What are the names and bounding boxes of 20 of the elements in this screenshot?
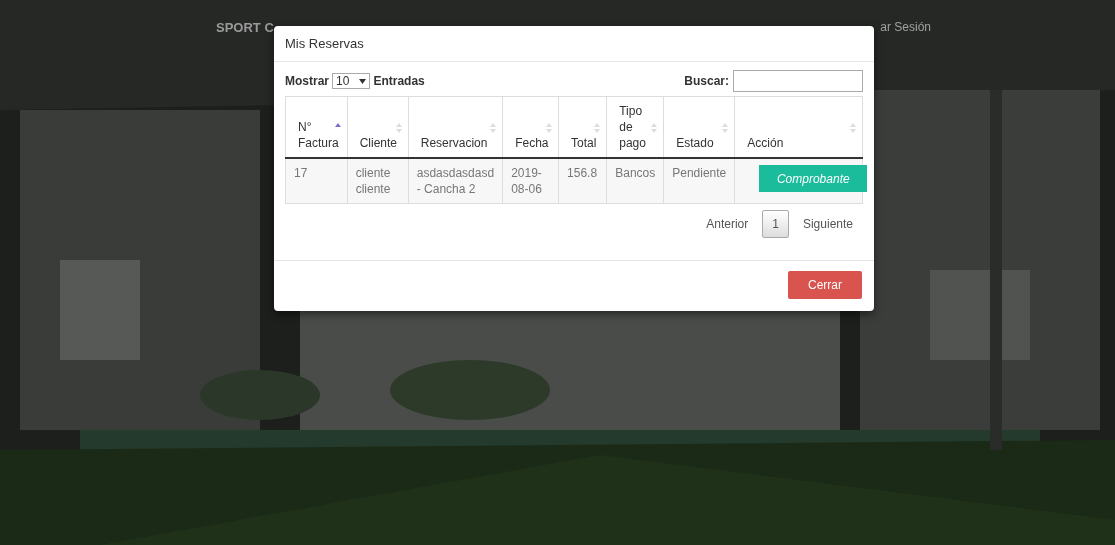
- length-label: Entradas: [373, 74, 425, 88]
- pagination-link[interactable]: Siguiente: [802, 217, 853, 231]
- search-field[interactable]: [733, 70, 863, 92]
- brand-logo[interactable]: SPORT C: [216, 20, 274, 35]
- table-cell: Bancos: [606, 158, 664, 204]
- table-cell: 2019-08-06: [502, 158, 559, 204]
- page-button[interactable]: 1: [762, 210, 789, 238]
- table-cell: cliente cliente: [347, 158, 409, 204]
- table-cell: asdasdasdasd - Cancha 2: [408, 158, 503, 204]
- length-select[interactable]: 10: [332, 73, 371, 89]
- close-button[interactable]: Cerrar: [788, 271, 862, 299]
- table-cell: Pendiente: [663, 158, 735, 204]
- nav-link[interactable]: ar Sesión: [880, 20, 931, 35]
- table-cell: 156.8: [558, 158, 607, 204]
- modal-title: Mis Reservas: [285, 36, 364, 51]
- pagination-link[interactable]: Anterior: [706, 217, 749, 231]
- length-label: Mostrar: [285, 74, 329, 88]
- table-cell: 17: [285, 158, 348, 204]
- caret-icon: [359, 78, 367, 84]
- search-label: Buscar:: [684, 74, 729, 88]
